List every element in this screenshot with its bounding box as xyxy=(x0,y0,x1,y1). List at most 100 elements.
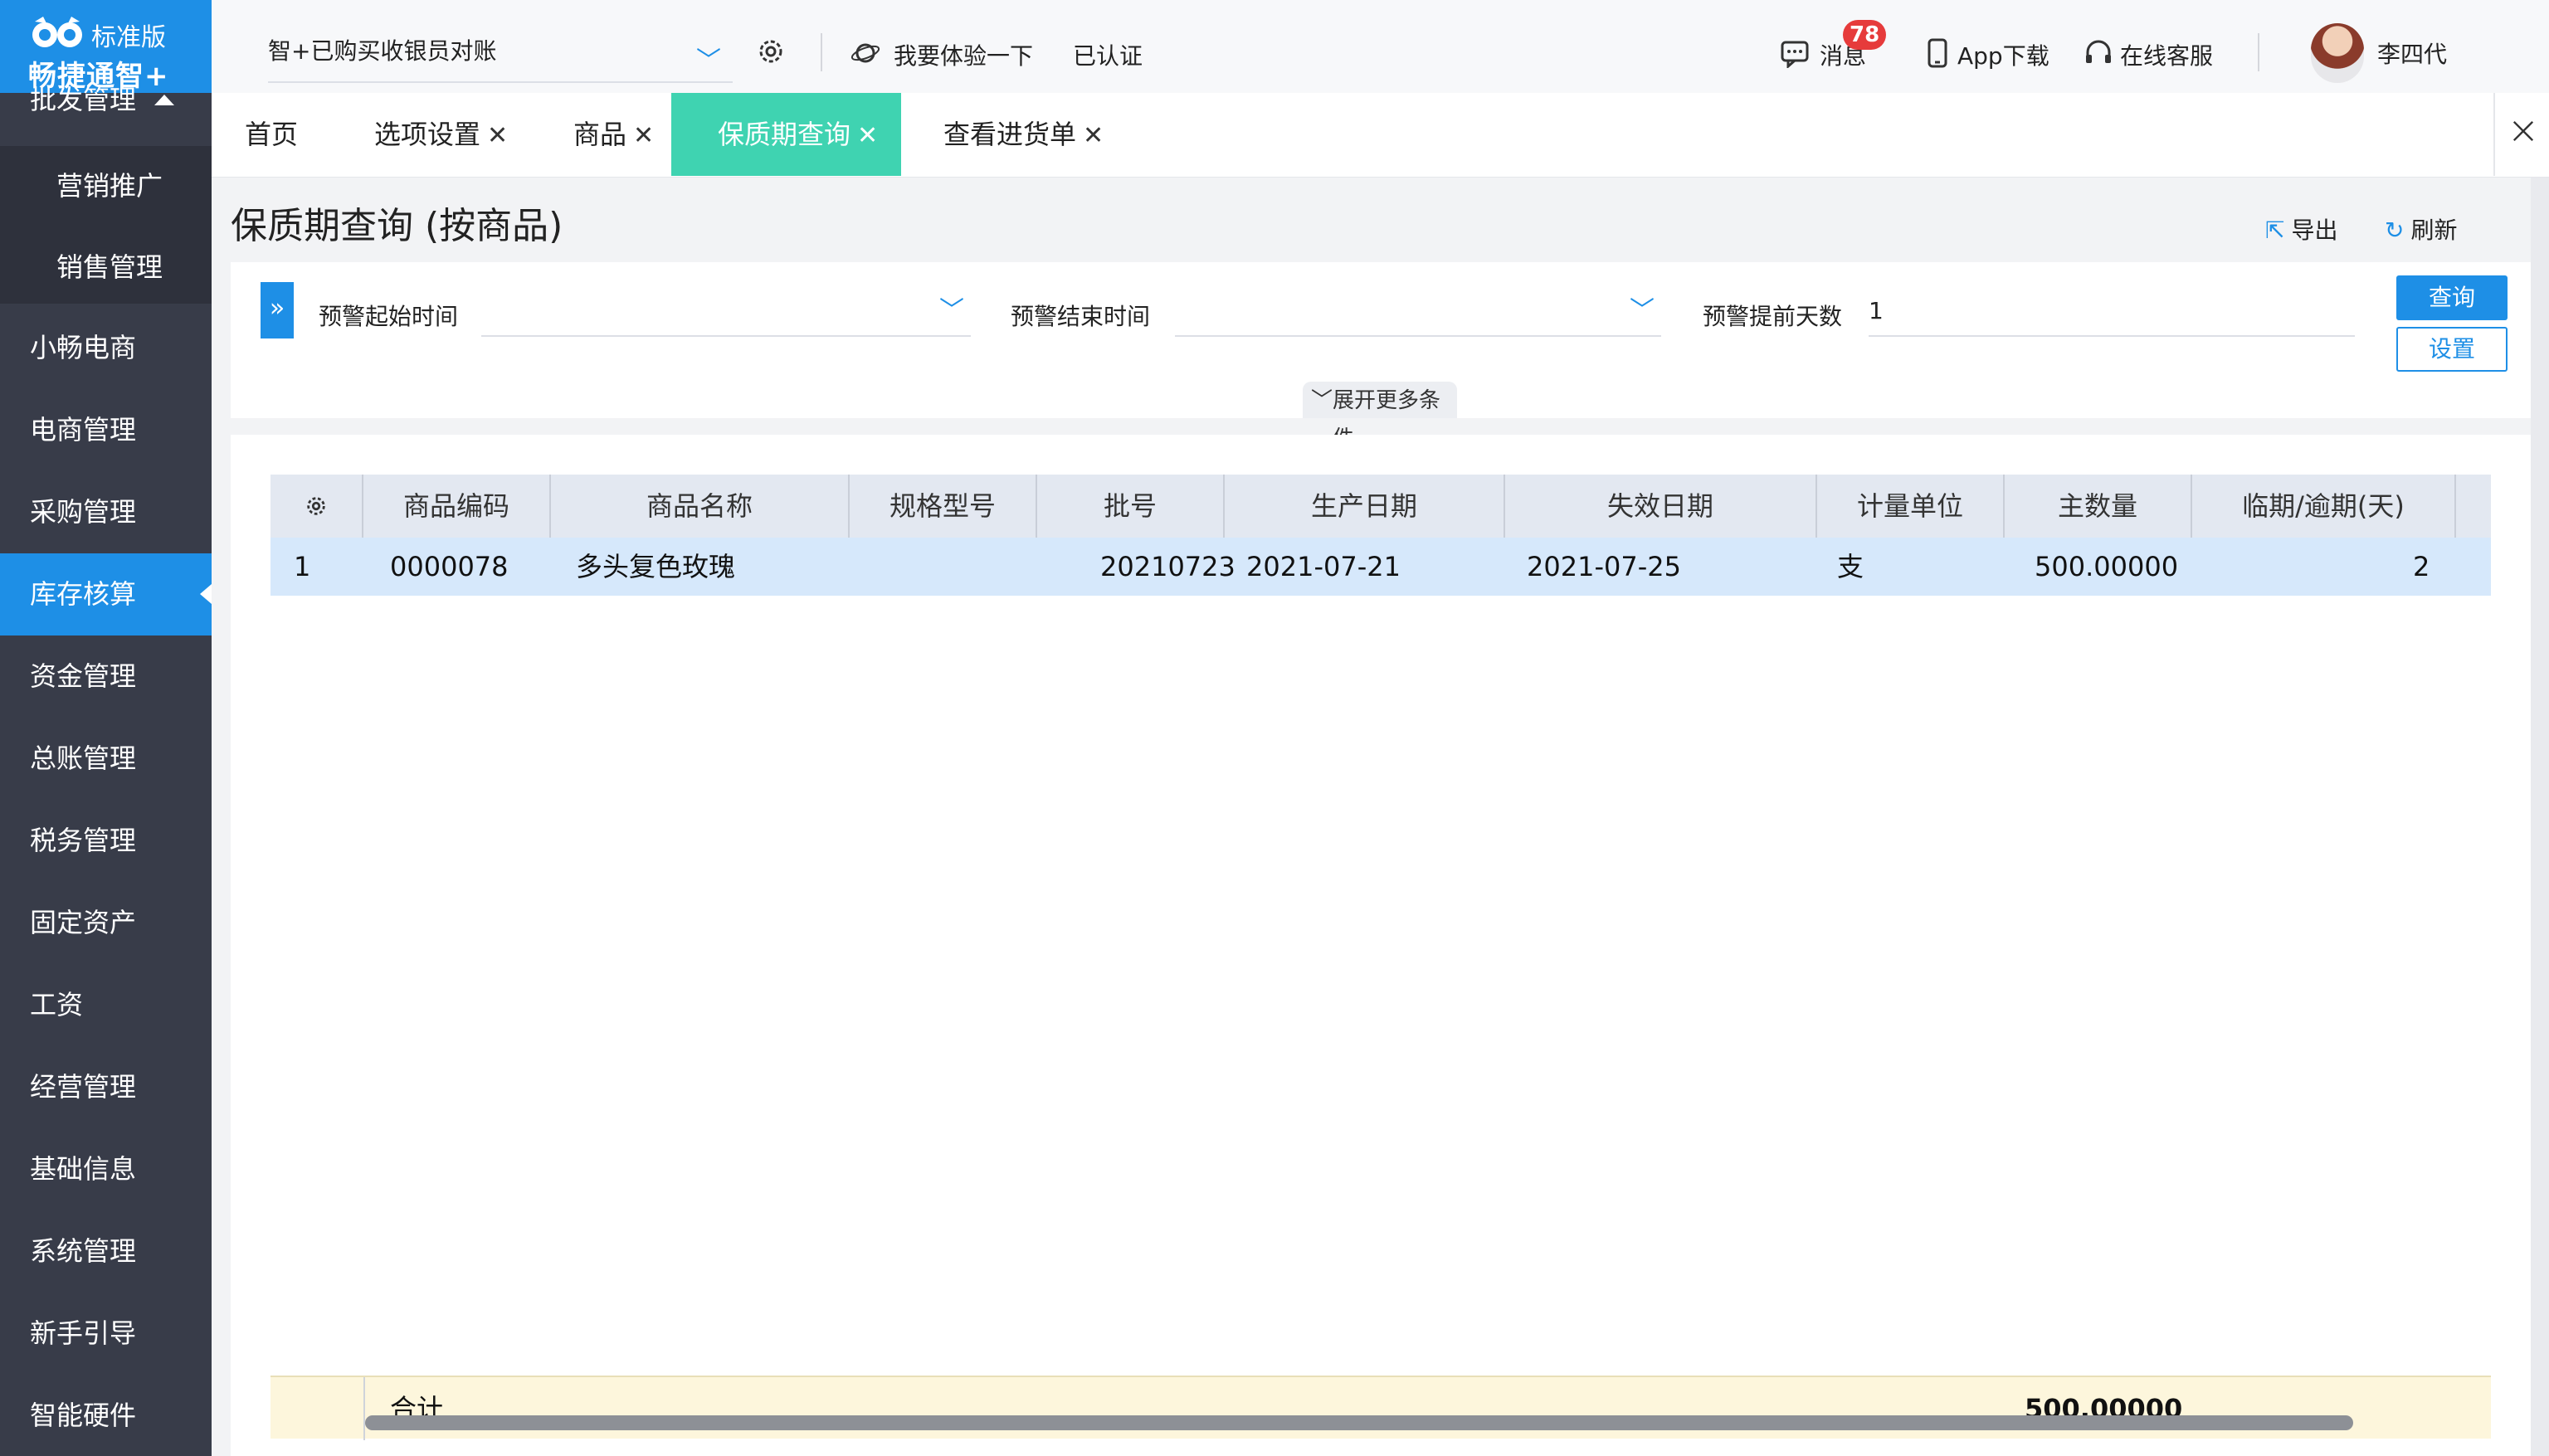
tab-view-purchase-order[interactable]: 查看进货单 ✕ xyxy=(943,93,1104,176)
export-button[interactable]: ⇱ 导出 xyxy=(2265,212,2337,246)
table-header: 商品编码 商品名称 规格型号 批号 生产日期 失效日期 计量单位 主数量 临期/… xyxy=(270,475,2491,538)
submenu: 营销推广 销售管理 xyxy=(0,146,212,304)
footer-total-label: 合计 xyxy=(390,1393,444,1424)
app-download-link[interactable]: App下载 xyxy=(1957,38,2049,71)
close-icon xyxy=(2512,120,2534,142)
more-conditions-toggle[interactable]: ﹀ 展开更多条件 xyxy=(1303,382,1457,451)
table-row[interactable]: 1 0000078 多头复色玫瑰 20210723 2021-07-21 202… xyxy=(270,538,2491,596)
advance-days-value: 1 xyxy=(1869,297,1884,324)
tab-label: 商品 xyxy=(573,119,627,150)
refresh-button[interactable]: ↻ 刷新 xyxy=(2385,212,2457,246)
menu-group-wholesale[interactable]: 批发管理 xyxy=(0,75,212,124)
end-time-picker[interactable]: ﹀ xyxy=(1175,285,1661,337)
column-header[interactable]: 主数量 xyxy=(2005,475,2192,538)
try-it-link[interactable]: 我要体验一下 xyxy=(894,38,1033,71)
divider xyxy=(821,33,822,71)
cell-unit: 支 xyxy=(1837,551,1864,582)
divider xyxy=(2258,33,2259,71)
tab-home[interactable]: 首页 xyxy=(245,93,298,176)
column-header[interactable]: 批号 xyxy=(1037,475,1225,538)
tab-options[interactable]: 选项设置 ✕ xyxy=(374,93,508,176)
cell-expiry-date: 2021-07-25 xyxy=(1527,551,1681,582)
cell-code: 0000078 xyxy=(390,551,509,582)
tab-label: 选项设置 xyxy=(374,119,481,150)
footer-total-quantity: 500.00000 xyxy=(2025,1393,2183,1424)
sidebar-item-xiaochang-ecommerce[interactable]: 小畅电商 xyxy=(0,307,212,389)
filter-panel: » 预警起始时间 ﹀ 预警结束时间 ﹀ 预警提前天数 1 查询 设置 ﹀ 展开更… xyxy=(231,262,2531,451)
certified-link[interactable]: 已认证 xyxy=(1073,38,1143,71)
row-index: 1 xyxy=(294,551,311,582)
close-icon[interactable]: ✕ xyxy=(633,121,654,150)
cell-batch: 20210723 xyxy=(1100,551,1236,582)
account-select[interactable]: 智+已购买收银员对账 ﹀ xyxy=(268,33,733,83)
sidebar-item-funds[interactable]: 资金管理 xyxy=(0,635,212,718)
owl-logo-icon xyxy=(32,17,82,47)
menu-group-label: 批发管理 xyxy=(30,84,137,115)
submenu-item-sales[interactable]: 销售管理 xyxy=(0,227,212,309)
export-icon: ⇱ xyxy=(2265,217,2285,244)
column-header[interactable]: 商品名称 xyxy=(551,475,850,538)
column-header[interactable]: 临期/逾期(天) xyxy=(2192,475,2456,538)
tab-products[interactable]: 商品 ✕ xyxy=(573,93,654,176)
online-support-link[interactable]: 在线客服 xyxy=(2120,38,2213,71)
column-header[interactable]: 生产日期 xyxy=(1225,475,1505,538)
cell-quantity: 500.00000 xyxy=(2035,551,2179,582)
horizontal-scrollbar[interactable] xyxy=(365,1415,2353,1430)
advance-days-label: 预警提前天数 xyxy=(1703,303,1843,330)
tab-label: 首页 xyxy=(245,119,299,150)
close-icon[interactable]: ✕ xyxy=(487,121,508,150)
submenu-item-marketing[interactable]: 营销推广 xyxy=(0,146,212,227)
chevron-down-icon: ﹀ xyxy=(1311,388,1333,413)
close-icon[interactable]: ✕ xyxy=(1083,121,1104,150)
expand-panel-button[interactable]: » xyxy=(261,282,294,338)
refresh-label: 刷新 xyxy=(2410,217,2458,244)
settings-button[interactable]: 设置 xyxy=(2396,327,2508,372)
sidebar-item-guide[interactable]: 新手引导 xyxy=(0,1293,212,1375)
divider xyxy=(363,1377,365,1440)
sidebar-item-ledger[interactable]: 总账管理 xyxy=(0,718,212,800)
planet-icon xyxy=(850,43,880,63)
sidebar-item-purchase[interactable]: 采购管理 xyxy=(0,471,212,553)
sidebar-item-fixed-assets[interactable]: 固定资产 xyxy=(0,882,212,964)
close-icon[interactable]: ✕ xyxy=(857,121,878,150)
edition-label: 标准版 xyxy=(91,23,166,52)
tab-shelf-life-query[interactable]: 保质期查询 ✕ xyxy=(671,93,902,176)
column-header[interactable]: 规格型号 xyxy=(850,475,1037,538)
sidebar-item-payroll[interactable]: 工资 xyxy=(0,964,212,1046)
query-button[interactable]: 查询 xyxy=(2396,275,2508,320)
advance-days-input[interactable]: 1 xyxy=(1869,285,2355,337)
top-bar: 智+已购买收银员对账 ﹀ 我要体验一下 已认证 消息 78 App下载 在线客服… xyxy=(212,0,2549,93)
sidebar-item-inventory[interactable]: 库存核算 xyxy=(0,553,212,635)
gear-icon xyxy=(307,497,325,515)
start-time-picker[interactable]: ﹀ xyxy=(481,285,971,337)
headset-icon xyxy=(2086,40,2111,63)
message-icon xyxy=(1781,41,1809,68)
sidebar-item-system[interactable]: 系统管理 xyxy=(0,1210,212,1293)
gear-icon[interactable] xyxy=(754,35,787,68)
data-grid: 商品编码 商品名称 规格型号 批号 生产日期 失效日期 计量单位 主数量 临期/… xyxy=(231,435,2531,1456)
sidebar-item-basic-info[interactable]: 基础信息 xyxy=(0,1128,212,1210)
sidebar-item-operations[interactable]: 经营管理 xyxy=(0,1046,212,1128)
sidebar: 标准版 畅捷通智+ 批发管理 营销推广 销售管理 小畅电商 电商管理 采购管理 … xyxy=(0,0,212,1456)
sidebar-item-hardware[interactable]: 智能硬件 xyxy=(0,1375,212,1456)
tab-label: 保质期查询 xyxy=(718,119,851,150)
column-settings[interactable] xyxy=(270,475,363,538)
sidebar-item-ecommerce[interactable]: 电商管理 xyxy=(0,389,212,471)
column-header[interactable]: 商品编码 xyxy=(363,475,551,538)
tab-label: 查看进货单 xyxy=(943,119,1077,150)
close-all-tabs-button[interactable] xyxy=(2493,93,2549,176)
end-time-label: 预警结束时间 xyxy=(1011,303,1151,330)
username[interactable]: 李四代 xyxy=(2377,37,2447,70)
account-select-value: 智+已购买收银员对账 xyxy=(268,37,497,65)
phone-icon xyxy=(1928,38,1947,68)
column-header[interactable]: 计量单位 xyxy=(1817,475,2005,538)
caret-up-icon xyxy=(154,95,174,105)
avatar[interactable] xyxy=(2311,23,2364,83)
sidebar-item-tax[interactable]: 税务管理 xyxy=(0,800,212,882)
column-header[interactable]: 失效日期 xyxy=(1505,475,1817,538)
main-menu: 小畅电商 电商管理 采购管理 库存核算 资金管理 总账管理 税务管理 固定资产 … xyxy=(0,307,212,1456)
tab-bar: 首页 选项设置 ✕ 商品 ✕ 保质期查询 ✕ 查看进货单 ✕ xyxy=(212,93,2549,178)
vertical-scrollbar[interactable] xyxy=(2531,178,2549,1456)
cell-name: 多头复色玫瑰 xyxy=(576,551,736,582)
chevron-down-icon: ﹀ xyxy=(696,46,721,75)
